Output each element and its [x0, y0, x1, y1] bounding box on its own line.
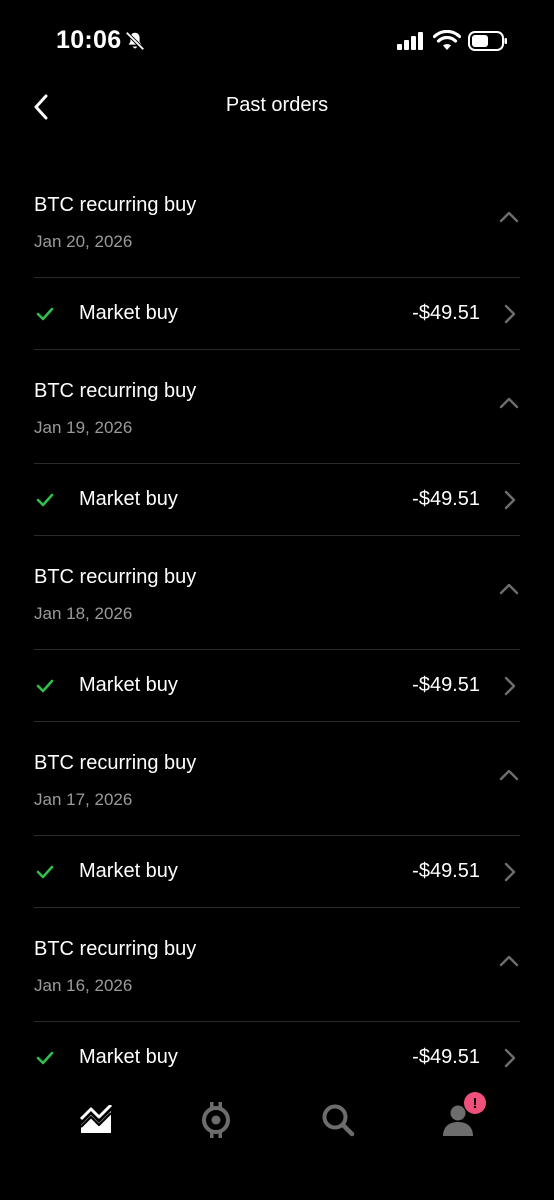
crypto-icon	[202, 1102, 230, 1138]
order-group: BTC recurring buy Jan 17, 2026 Market bu…	[34, 722, 520, 908]
chart-icon	[79, 1105, 113, 1133]
check-icon	[36, 679, 54, 693]
status-time: 10:06	[56, 26, 122, 54]
chevron-right-icon	[504, 676, 516, 696]
order-group-header[interactable]: BTC recurring buy Jan 19, 2026	[34, 350, 520, 464]
chevron-right-icon	[504, 862, 516, 882]
order-group-header[interactable]: BTC recurring buy Jan 18, 2026	[34, 536, 520, 650]
order-group: BTC recurring buy Jan 20, 2026 Market bu…	[34, 164, 520, 350]
order-group-date: Jan 16, 2026	[34, 976, 133, 995]
order-row[interactable]: Market buy -$49.51	[34, 836, 520, 908]
tab-investing[interactable]	[76, 1100, 116, 1140]
bottom-tab-bar: !	[0, 1082, 554, 1200]
check-icon	[36, 493, 54, 507]
check-icon	[36, 307, 54, 321]
order-row[interactable]: Market buy -$49.51	[34, 278, 520, 350]
order-group-header[interactable]: BTC recurring buy Jan 17, 2026	[34, 722, 520, 836]
notification-badge: !	[464, 1092, 486, 1114]
order-group: BTC recurring buy Jan 16, 2026 Market bu…	[34, 908, 520, 1094]
tab-account[interactable]: !	[438, 1092, 486, 1140]
order-group-title: BTC recurring buy	[34, 194, 197, 216]
order-amount: -$49.51	[412, 302, 480, 324]
order-group-title: BTC recurring buy	[34, 938, 197, 960]
order-type-label: Market buy	[79, 674, 178, 696]
order-type-label: Market buy	[79, 488, 178, 510]
check-icon	[36, 1051, 54, 1065]
order-amount: -$49.51	[412, 488, 480, 510]
check-icon	[36, 865, 54, 879]
search-icon	[322, 1104, 355, 1137]
order-group-date: Jan 17, 2026	[34, 790, 133, 809]
order-group-date: Jan 19, 2026	[34, 418, 133, 437]
order-group-title: BTC recurring buy	[34, 752, 197, 774]
status-bar: 10:06	[0, 0, 554, 84]
order-type-label: Market buy	[79, 1046, 178, 1068]
order-amount: -$49.51	[412, 860, 480, 882]
chevron-up-icon	[499, 211, 519, 223]
order-group: BTC recurring buy Jan 19, 2026 Market bu…	[34, 350, 520, 536]
wifi-icon	[433, 30, 461, 50]
battery-icon	[468, 31, 507, 51]
chevron-up-icon	[499, 769, 519, 781]
order-row[interactable]: Market buy -$49.51	[34, 464, 520, 536]
order-amount: -$49.51	[412, 674, 480, 696]
tab-crypto[interactable]	[196, 1100, 236, 1140]
chevron-right-icon	[504, 304, 516, 324]
order-group-header[interactable]: BTC recurring buy Jan 20, 2026	[34, 164, 520, 278]
orders-list: BTC recurring buy Jan 20, 2026 Market bu…	[34, 164, 520, 1094]
order-group-title: BTC recurring buy	[34, 566, 197, 588]
chevron-up-icon	[499, 397, 519, 409]
order-group-header[interactable]: BTC recurring buy Jan 16, 2026	[34, 908, 520, 1022]
order-group-title: BTC recurring buy	[34, 380, 197, 402]
bell-off-icon	[125, 31, 145, 51]
chevron-right-icon	[504, 490, 516, 510]
signal-icon	[397, 32, 423, 50]
tab-search[interactable]	[318, 1100, 358, 1140]
order-group: BTC recurring buy Jan 18, 2026 Market bu…	[34, 536, 520, 722]
chevron-up-icon	[499, 583, 519, 595]
order-type-label: Market buy	[79, 302, 178, 324]
order-amount: -$49.51	[412, 1046, 480, 1068]
header: Past orders	[0, 84, 554, 130]
chevron-up-icon	[499, 955, 519, 967]
order-group-date: Jan 20, 2026	[34, 232, 133, 251]
order-type-label: Market buy	[79, 860, 178, 882]
page-title: Past orders	[225, 94, 329, 116]
order-group-date: Jan 18, 2026	[34, 604, 133, 623]
order-row[interactable]: Market buy -$49.51	[34, 650, 520, 722]
chevron-right-icon	[504, 1048, 516, 1068]
